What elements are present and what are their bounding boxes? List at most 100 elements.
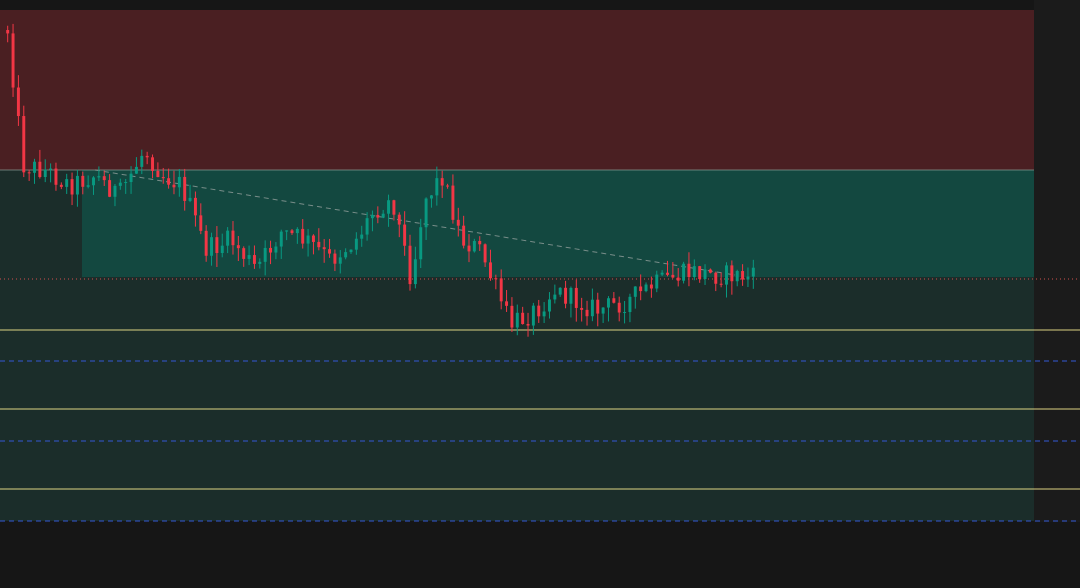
candle-body xyxy=(328,249,332,254)
candle-body xyxy=(59,184,63,187)
candle-body xyxy=(188,197,192,201)
candle-body xyxy=(649,284,653,289)
candle-body xyxy=(134,166,138,174)
candle-body xyxy=(145,155,149,158)
candle-body xyxy=(564,287,568,304)
candle-body xyxy=(75,175,79,195)
candle-body xyxy=(515,312,519,328)
candle-body xyxy=(38,161,42,177)
candle-body xyxy=(376,214,380,218)
candle-body xyxy=(644,284,648,292)
candle-body xyxy=(676,277,680,281)
candle-body xyxy=(687,263,691,278)
candle-body xyxy=(714,272,718,284)
candle-body xyxy=(682,263,686,281)
candle-body xyxy=(429,195,433,199)
candle-body xyxy=(558,287,562,295)
candle-body xyxy=(725,265,728,285)
candle-body xyxy=(295,228,299,234)
candle-body xyxy=(220,245,224,254)
candle-body xyxy=(338,257,342,264)
candle-body xyxy=(210,237,214,256)
candle-body xyxy=(601,307,605,314)
take-profit-zone[interactable] xyxy=(82,170,1034,277)
candle-body xyxy=(387,200,391,214)
candle-body xyxy=(521,312,525,325)
candle-body xyxy=(574,287,578,308)
candle-body xyxy=(735,271,739,282)
candle-body xyxy=(242,248,246,259)
candle-body xyxy=(27,172,31,174)
candle-body xyxy=(365,218,369,235)
candle-body xyxy=(269,247,273,253)
candle-body xyxy=(494,278,498,280)
candle-body xyxy=(317,241,321,248)
candle-body xyxy=(424,198,428,228)
candle-body xyxy=(183,176,187,201)
candle-body xyxy=(301,228,305,244)
candle-body xyxy=(730,265,734,282)
candle-body xyxy=(531,305,535,326)
candle[interactable] xyxy=(22,105,26,178)
candle-body xyxy=(204,230,208,256)
candle-body xyxy=(483,244,487,263)
candle-body xyxy=(113,185,117,197)
candle-body xyxy=(698,266,702,280)
candle-body xyxy=(692,266,696,278)
candle-body xyxy=(161,177,165,179)
candle-body xyxy=(279,231,283,247)
candle-body xyxy=(719,283,723,285)
position-zones xyxy=(0,10,1034,521)
stop-loss-zone[interactable] xyxy=(0,10,1034,170)
candle-body xyxy=(333,253,337,264)
candle-body xyxy=(193,197,197,216)
candle-body xyxy=(751,267,755,277)
candle-body xyxy=(81,175,85,187)
candle-body xyxy=(451,185,455,220)
candle-body xyxy=(102,176,106,181)
candle-body xyxy=(617,302,621,313)
candle-body xyxy=(6,30,10,34)
candle-body xyxy=(231,230,235,246)
candle-body xyxy=(49,168,53,170)
candle-body xyxy=(392,200,396,215)
candle-body xyxy=(252,255,256,264)
candle-body xyxy=(167,178,171,185)
candle-body xyxy=(655,274,659,289)
candle-body xyxy=(413,259,417,285)
candle-body xyxy=(290,230,294,234)
candle-body xyxy=(33,161,36,173)
candlestick-chart[interactable] xyxy=(0,0,1080,588)
candle-body xyxy=(623,312,627,314)
candle-body xyxy=(499,278,503,302)
candle-body xyxy=(22,116,26,173)
candle-body xyxy=(360,234,364,239)
trading-chart[interactable] xyxy=(0,0,1080,588)
candle-body xyxy=(537,305,541,317)
candle-body xyxy=(741,271,745,280)
candle-body xyxy=(505,301,509,306)
candle-body xyxy=(381,213,385,218)
candle-body xyxy=(322,247,326,250)
candle-body xyxy=(671,274,675,278)
candle-body xyxy=(456,219,460,226)
candle-body xyxy=(526,324,530,326)
candle[interactable] xyxy=(11,23,15,97)
candle-body xyxy=(86,185,90,187)
candle-body xyxy=(553,294,557,300)
candle[interactable] xyxy=(682,261,686,284)
candle-body xyxy=(118,182,122,186)
candle-body xyxy=(542,311,546,317)
candle-body xyxy=(370,214,374,219)
candle-body xyxy=(43,169,47,177)
candle-body xyxy=(177,176,181,188)
candle-body xyxy=(285,230,289,232)
candle-body xyxy=(397,214,401,225)
candle-body xyxy=(156,170,160,178)
candle-body xyxy=(354,238,358,250)
candle-body xyxy=(236,245,240,249)
candle-body xyxy=(478,240,482,245)
candle-body xyxy=(580,307,584,310)
candle-body xyxy=(16,87,20,117)
candle-body xyxy=(612,298,616,303)
